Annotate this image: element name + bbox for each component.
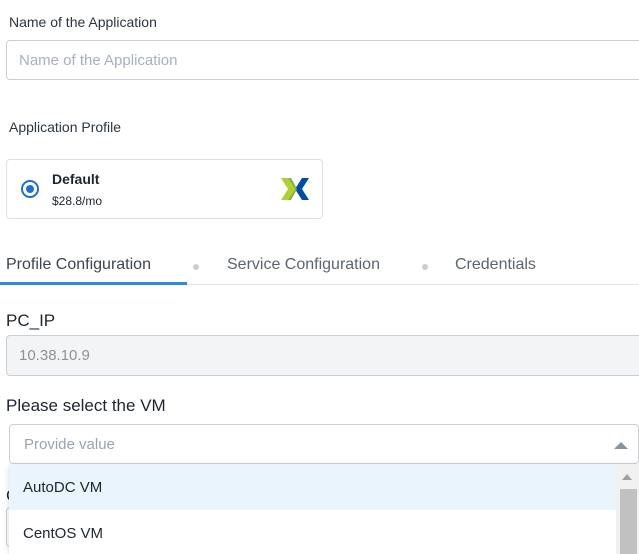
profile-card-default[interactable]: Default $28.8/mo [6, 159, 323, 219]
pc-ip-label: PC_IP [6, 311, 56, 330]
nutanix-logo-icon [281, 178, 309, 200]
vm-select-label: Please select the VM [6, 396, 166, 415]
config-tabs: Profile Configuration Service Configurat… [0, 246, 639, 285]
dropdown-option-autodc-vm[interactable]: AutoDC VM [9, 464, 616, 510]
vm-select-placeholder: Provide value [24, 435, 115, 453]
tab-separator-dot [193, 264, 199, 270]
scroll-thumb[interactable] [620, 489, 637, 554]
tab-credentials[interactable]: Credentials [455, 256, 536, 274]
profile-name: Default [52, 171, 100, 187]
profile-price: $28.8/mo [52, 194, 103, 208]
app-name-placeholder: Name of the Application [19, 51, 178, 69]
pc-ip-field[interactable]: 10.38.10.9 [6, 335, 639, 376]
application-profile-label: Application Profile [9, 119, 122, 135]
tab-service-configuration[interactable]: Service Configuration [227, 256, 380, 274]
dropdown-option-centos-vm[interactable]: CentOS VM [9, 510, 616, 554]
tab-separator-dot [422, 264, 428, 270]
tab-profile-configuration[interactable]: Profile Configuration [6, 256, 151, 274]
vm-dropdown-menu: AutoDC VM CentOS VM [9, 464, 639, 554]
scroll-up-arrow-icon[interactable] [622, 474, 632, 480]
app-name-input[interactable]: Name of the Application [6, 40, 639, 80]
pc-ip-value: 10.38.10.9 [19, 347, 90, 364]
dropdown-scrollbar[interactable] [616, 464, 639, 554]
active-tab-indicator [0, 282, 187, 285]
profile-radio-selected[interactable] [21, 180, 39, 198]
vm-select[interactable]: Provide value [9, 424, 639, 464]
caret-up-icon[interactable] [614, 442, 628, 449]
app-name-label: Name of the Application [9, 14, 157, 30]
